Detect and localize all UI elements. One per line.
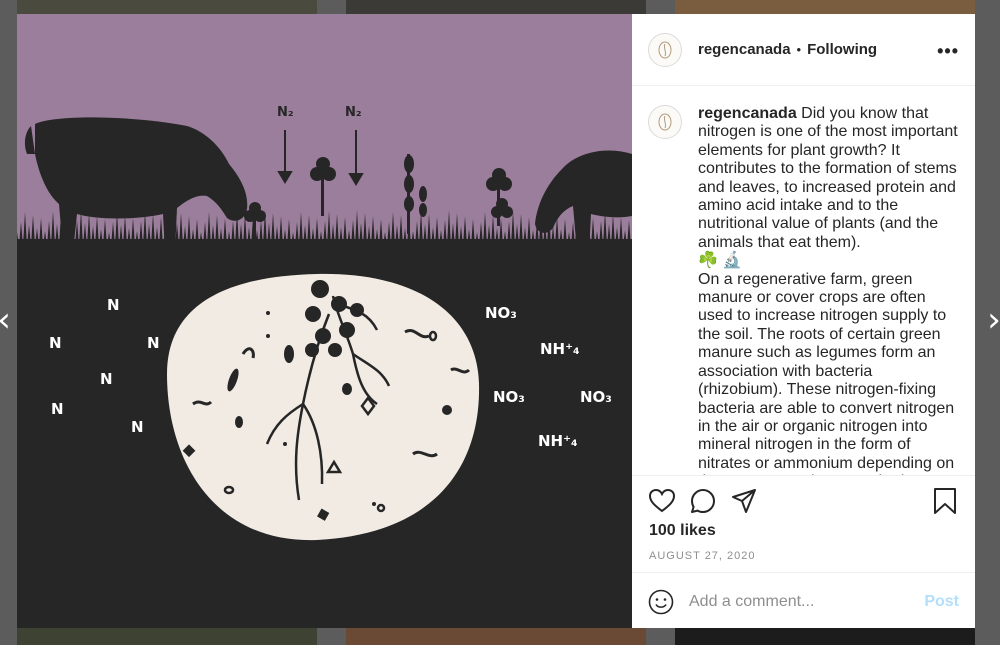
nitrogen-label: N (49, 334, 62, 352)
nitrogen-label: N (147, 334, 160, 352)
logo-icon (658, 41, 672, 58)
post-username[interactable]: regencanada (698, 41, 791, 58)
action-bar: 100 likes AUGUST 27, 2020 Add a comment.… (632, 475, 975, 641)
soil-cross-section (167, 273, 480, 541)
nitrate-label: NO₃ (580, 388, 612, 406)
nitrogen-cycle-illustration: N₂ N₂ N N N N N N NO₃ NH⁺₄ NO₃ NO₃ NH⁺₄ (17, 14, 632, 628)
share-icon[interactable] (730, 487, 758, 515)
background-thumbnail[interactable] (346, 0, 646, 14)
more-options-button[interactable]: ••• (937, 37, 959, 62)
nitrate-label: NO₃ (485, 304, 517, 322)
likes-count[interactable]: 100 likes (632, 516, 975, 540)
air-nitrogen-label: N₂ (277, 105, 294, 120)
caption-username[interactable]: regencanada (698, 105, 797, 122)
background-thumbnail[interactable] (346, 628, 646, 645)
comment-icon[interactable] (689, 487, 717, 515)
air-nitrogen-label: N₂ (345, 105, 362, 120)
caption-text: Did you know that nitrogen is one of the… (698, 105, 958, 251)
caption-emoji: ☘️ 🔬 (698, 252, 743, 270)
nitrogen-label: N (131, 418, 144, 436)
nitrogen-label: N (100, 370, 113, 388)
post-image[interactable]: N₂ N₂ N N N N N N NO₃ NH⁺₄ NO₃ NO₃ NH⁺₄ (17, 14, 632, 628)
previous-post-arrow[interactable]: ‹ (0, 300, 14, 340)
logo-icon (658, 113, 672, 131)
bookmark-icon[interactable] (931, 487, 959, 515)
heart-icon[interactable] (648, 487, 676, 515)
background-thumbnail[interactable] (675, 0, 975, 14)
comments-area[interactable]: regencanada Did you know that nitrogen i… (632, 87, 975, 475)
background-thumbnail[interactable] (17, 628, 317, 645)
nitrogen-label: N (51, 400, 64, 418)
separator-dot: • (796, 42, 802, 57)
avatar[interactable] (648, 105, 682, 139)
post-comment-button[interactable]: Post (924, 593, 959, 611)
post-header: regencanada • Following ••• (632, 14, 975, 86)
post-caption: regencanada Did you know that nitrogen i… (698, 105, 959, 475)
emoji-icon[interactable] (648, 589, 674, 615)
caption-text: On a regenerative farm, green manure or … (698, 270, 955, 475)
comment-input[interactable]: Add a comment... (689, 593, 814, 611)
background-thumbnail[interactable] (17, 0, 317, 14)
post-modal: N₂ N₂ N N N N N N NO₃ NH⁺₄ NO₃ NO₃ NH⁺₄ (17, 14, 975, 628)
avatar[interactable] (648, 32, 682, 67)
next-post-arrow[interactable]: › (984, 300, 1000, 340)
post-date: AUGUST 27, 2020 (649, 550, 756, 562)
ammonium-label: NH⁺₄ (540, 340, 580, 358)
nitrogen-label: N (107, 296, 120, 314)
post-sidebar: regencanada • Following ••• regencanada … (632, 14, 975, 628)
following-button[interactable]: Following (807, 41, 877, 58)
add-comment-row: Add a comment... Post (632, 572, 975, 630)
nitrate-label: NO₃ (493, 388, 525, 406)
ammonium-label: NH⁺₄ (538, 432, 578, 450)
